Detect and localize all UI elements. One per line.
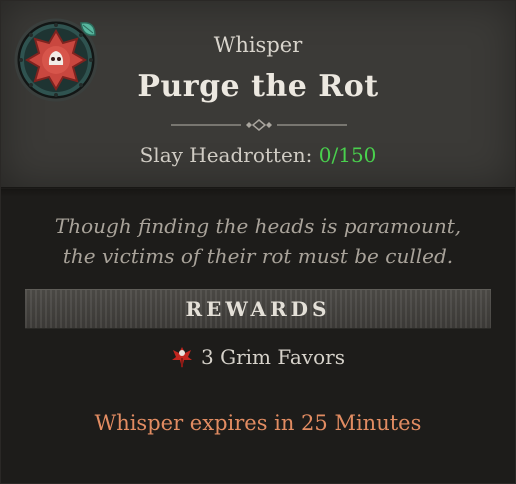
rewards-header: REWARDS xyxy=(185,297,331,321)
grim-favor-icon xyxy=(172,347,193,368)
objective-label: Slay Headrotten: xyxy=(139,143,313,167)
description-line: Though finding the heads is paramount, xyxy=(54,214,462,238)
description-line: the victims of their rot must be culled. xyxy=(62,244,454,268)
reward-item: 3 Grim Favors xyxy=(1,344,515,370)
reward-label: 3 Grim Favors xyxy=(201,345,345,369)
expiry-text: Whisper expires in 25 Minutes xyxy=(94,411,422,435)
quest-objective: Slay Headrotten: 0/150 xyxy=(1,143,515,167)
objective-progress: 0/150 xyxy=(318,143,377,167)
quest-category: Whisper xyxy=(213,33,303,57)
quest-title: Purge the Rot xyxy=(137,69,379,104)
rewards-header-bar: REWARDS xyxy=(25,289,491,329)
quest-tooltip: Whisper Purge the Rot Slay Headrotten: 0… xyxy=(0,0,516,484)
tooltip-header: Whisper Purge the Rot Slay Headrotten: 0… xyxy=(1,1,515,197)
quest-description: Though finding the heads is paramount, t… xyxy=(21,211,495,271)
ornament-divider-icon xyxy=(171,119,347,131)
